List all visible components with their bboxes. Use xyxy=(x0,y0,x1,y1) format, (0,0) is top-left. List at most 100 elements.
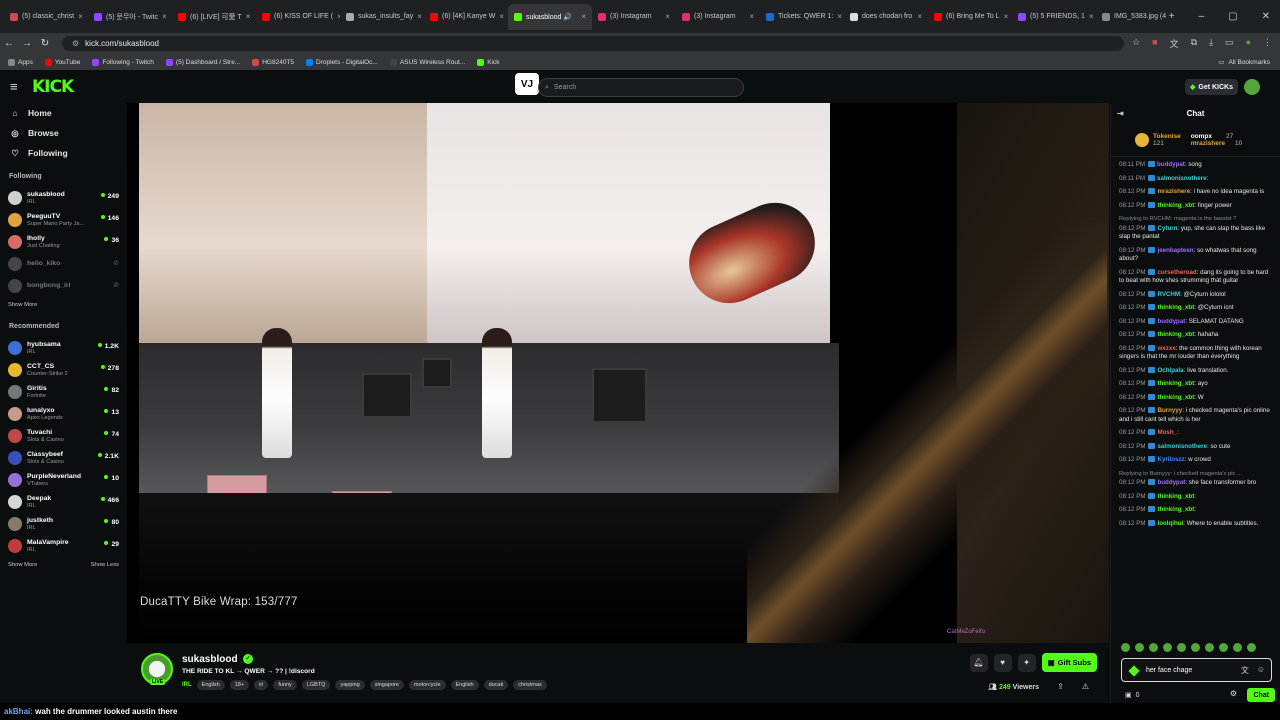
hamburger-menu-icon[interactable]: ≡ xyxy=(10,79,30,94)
chat-message[interactable]: 08:11 PM buddypat: song xyxy=(1119,161,1273,170)
sidebar-channel[interactable]: Classybeef Slots & Casino 2.1K xyxy=(0,447,127,469)
reload-icon[interactable]: ↻ xyxy=(36,38,54,49)
chat-message[interactable]: 08:12 PM buddypat: she face transformer b… xyxy=(1119,479,1273,488)
stream-tag[interactable]: christmas xyxy=(513,680,547,690)
maximize-icon[interactable]: ▢ xyxy=(1228,11,1237,22)
stream-tag[interactable]: irl xyxy=(254,680,269,690)
chat-message[interactable]: 08:12 PM loolqihui: Where to enable subti… xyxy=(1119,519,1273,529)
emote-icon[interactable] xyxy=(1233,643,1242,652)
browser-tab[interactable]: (5) classic_christ × xyxy=(4,4,88,30)
chat-username[interactable]: buddypat xyxy=(1157,479,1185,486)
sidebar-channel[interactable]: lunalyxo Apex Legends 13 xyxy=(0,403,127,425)
browser-tab[interactable]: (6) [LIVE] 可愛 T × xyxy=(172,4,256,30)
bookmark-item[interactable]: Kick xyxy=(477,58,499,66)
streamer-name[interactable]: sukasblood xyxy=(182,654,238,665)
chat-message[interactable]: 08:12 PM Kyriloszz: w crowd xyxy=(1119,456,1273,465)
browser-tab[interactable]: does chodan fro × xyxy=(844,4,928,30)
chat-message[interactable]: 08:12 PM thinking_xbt: @Cyturn icnt xyxy=(1119,304,1273,313)
chat-username[interactable]: wxzxx xyxy=(1157,345,1175,352)
kicks-boost-icon[interactable]: ✦ xyxy=(1017,653,1036,672)
bookmark-item[interactable]: Apps xyxy=(8,58,33,66)
browser-tab[interactable]: IMG_5383.jpg (4× xyxy=(1096,4,1180,30)
chat-message[interactable]: 08:12 PM Burnyyy: i checked magenta's pic… xyxy=(1119,407,1273,424)
user-avatar[interactable] xyxy=(1244,79,1260,95)
category-link[interactable]: IRL xyxy=(182,682,192,688)
emote-icon[interactable] xyxy=(1135,643,1144,652)
sidebar-channel[interactable]: Tuvachi Slots & Casino 74 xyxy=(0,425,127,447)
back-icon[interactable]: ← xyxy=(0,38,18,49)
nav-browse[interactable]: ◎ Browse xyxy=(0,123,127,143)
stream-tag[interactable]: yapping xyxy=(335,680,365,690)
chat-username[interactable]: thinking_xbt xyxy=(1157,202,1194,209)
follow-heart-icon[interactable]: ♥ xyxy=(993,653,1012,672)
close-tab-icon[interactable]: × xyxy=(417,12,422,21)
chat-message[interactable]: 08:12 PM wxzxx: the common thing with kor… xyxy=(1119,344,1273,362)
video-player[interactable]: DucaTTY Bike Wrap: 153/777 CatMeZoFeifo xyxy=(127,103,1109,643)
chat-username[interactable]: buddypat xyxy=(1157,318,1185,325)
sidebar-channel[interactable]: bongbong_irl ⊘ xyxy=(0,275,127,297)
bookmark-item[interactable]: Following - Twitch xyxy=(92,58,154,66)
bookmark-item[interactable]: YouTube xyxy=(44,58,80,66)
emote-icon[interactable] xyxy=(1247,643,1256,652)
stream-tag[interactable]: LGBTQ xyxy=(301,680,331,690)
emote-icon[interactable] xyxy=(1163,643,1172,652)
chat-username[interactable]: cursetheroad xyxy=(1157,269,1196,276)
browser-tab[interactable]: Tickets: QWER 1: × xyxy=(760,4,844,30)
close-tab-icon[interactable]: × xyxy=(837,12,842,21)
report-warning-icon[interactable]: ⚠ xyxy=(1082,682,1089,691)
sidebar-channel[interactable]: PeeguuTV Super Mario Party Ja... 146 xyxy=(0,209,127,231)
chat-username[interactable]: Kyriloszz xyxy=(1157,456,1184,463)
chat-message[interactable]: 08:12 PM cursetheroad: dang its going to … xyxy=(1119,268,1273,286)
chat-message[interactable]: 08:12 PM mrazishere: i have no idea magen… xyxy=(1119,188,1273,197)
browser-tab[interactable]: (5) 문무아 - Twitc × xyxy=(88,4,172,30)
chat-message[interactable]: 08:12 PM salmonisnothere: so cute xyxy=(1119,442,1273,452)
stream-tag[interactable]: singapore xyxy=(369,680,404,690)
minimize-icon[interactable]: – xyxy=(1199,11,1205,22)
chat-message[interactable]: 08:12 PM Ochipala: live translation. xyxy=(1119,366,1273,376)
stream-tag[interactable]: funny xyxy=(273,680,297,690)
chat-username[interactable]: jeenbapteen xyxy=(1157,247,1193,254)
sidebar-channel[interactable]: hyubsama IRL 1.2K xyxy=(0,337,127,359)
close-tab-icon[interactable]: × xyxy=(665,12,670,21)
chat-username[interactable]: buddypat xyxy=(1157,161,1185,168)
stream-tag[interactable]: ducati xyxy=(483,680,509,690)
sidebar-channel[interactable]: CCT_CS Counter-Strike 2 278 xyxy=(0,359,127,381)
chat-username[interactable]: Ochipala xyxy=(1157,367,1183,374)
close-tab-icon[interactable]: × xyxy=(581,12,586,21)
chat-message[interactable]: 08:12 PM thinking_xbt: xyxy=(1119,506,1273,515)
emoji-icon[interactable]: ☺ xyxy=(1257,665,1265,676)
chat-message[interactable]: 08:12 PM jeenbapteen: so whatwas that son… xyxy=(1119,246,1273,264)
vj-extension-button[interactable]: VJ xyxy=(515,73,539,95)
sidebar-channel[interactable]: Deepak IRL 466 xyxy=(0,491,127,513)
bookmark-item[interactable]: (5) Dashboard / Stre... xyxy=(165,58,240,66)
extensions-puzzle-icon[interactable]: ⧉ xyxy=(1191,37,1197,50)
chat-username[interactable]: thinking_xbt xyxy=(1157,304,1194,311)
browser-tab[interactable]: (6) Bring Me To L × xyxy=(928,4,1012,30)
sidebar-channel[interactable]: justketh IRL 80 xyxy=(0,513,127,535)
sidebar-channel[interactable]: Giritis Fortnite 82 xyxy=(0,381,127,403)
recommended-show-less[interactable]: Show Less xyxy=(91,562,119,568)
sidebar-channel[interactable]: Iholly Just Chatting 36 xyxy=(0,231,127,253)
download-icon[interactable]: ⤓ xyxy=(1209,37,1213,50)
kick-logo[interactable]: KICK xyxy=(32,77,74,97)
menu-dots-icon[interactable]: ⋮ xyxy=(1263,37,1272,50)
translate-icon[interactable]: 文 xyxy=(1241,665,1249,676)
gift-subs-button[interactable]: ▣ Gift Subs xyxy=(1041,653,1097,672)
close-tab-icon[interactable]: × xyxy=(78,12,83,21)
search-input[interactable]: ⌕ Search xyxy=(538,78,744,97)
chat-message[interactable]: 08:12 PM Cyturn: yup, she can slap the ba… xyxy=(1119,224,1273,242)
chat-username[interactable]: salmonisnothere xyxy=(1157,175,1207,182)
tabs-icon[interactable]: ▭ xyxy=(1225,37,1234,50)
stream-tag[interactable]: motorcycle xyxy=(408,680,446,690)
chat-username[interactable]: thinking_xbt xyxy=(1157,331,1194,338)
chat-username[interactable]: salmonisnothere xyxy=(1157,443,1207,450)
chat-username[interactable]: thinking_xbt xyxy=(1157,394,1194,401)
chat-username[interactable]: thinking_xbt xyxy=(1157,493,1194,500)
emote-icon[interactable] xyxy=(1149,643,1158,652)
browser-tab[interactable]: (6) [4K] Kanye W × xyxy=(424,4,508,30)
sidebar-channel[interactable]: MalaVampire IRL 29 xyxy=(0,535,127,557)
bookmark-item[interactable]: Droplets - DigitalOc... xyxy=(306,58,378,66)
emote-icon[interactable] xyxy=(1219,643,1228,652)
chat-username[interactable]: Cyturn xyxy=(1157,225,1177,232)
chat-username[interactable]: Burnyyy xyxy=(1157,407,1182,414)
